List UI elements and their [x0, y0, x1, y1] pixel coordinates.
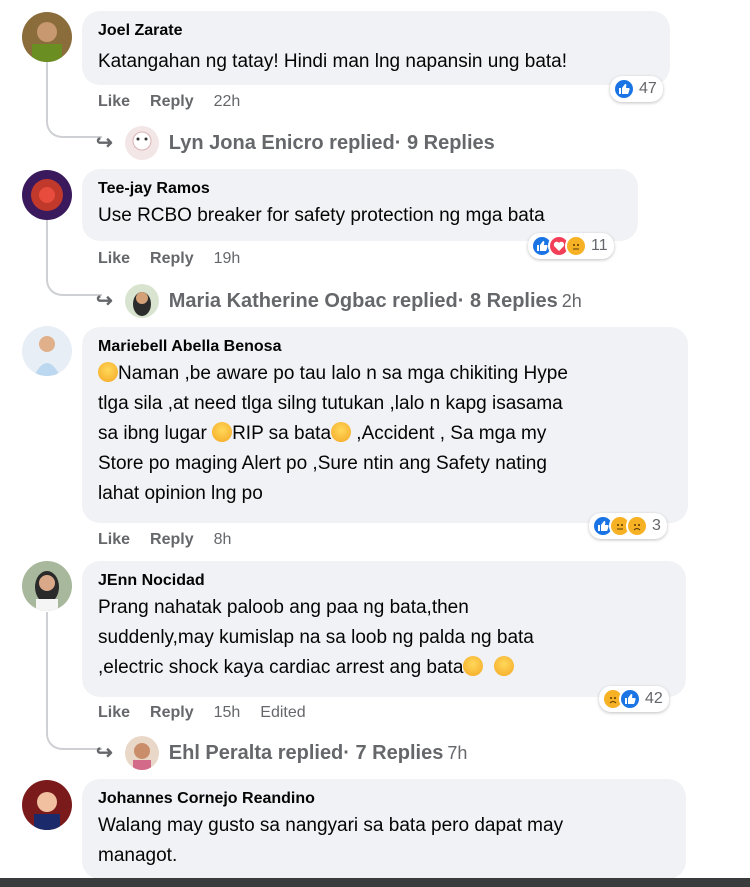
- sad-emoji-icon: [493, 656, 514, 676]
- reply-count: · 7 Replies: [343, 742, 444, 764]
- avatar[interactable]: [22, 170, 72, 220]
- reply-button[interactable]: Reply: [150, 530, 194, 550]
- reaction-count: 11: [591, 237, 608, 254]
- reaction-summary[interactable]: 11: [528, 233, 614, 259]
- reply-arrow-icon: ↪: [96, 132, 113, 154]
- comment-author[interactable]: Johannes Cornejo Reandino: [98, 789, 670, 809]
- thread-line: [46, 612, 48, 716]
- reply-arrow-icon: ↪: [96, 742, 113, 764]
- replier-name: Maria Katherine Ogbac replied: [168, 290, 458, 312]
- reply-count: · 8 Replies: [457, 290, 558, 312]
- thread-connector: [46, 262, 102, 296]
- view-replies-link[interactable]: ↪ Ehl Peralta replied · 7 Replies 7h: [96, 736, 467, 770]
- comment-text: Walang may gusto sa nangyari sa bata per…: [98, 811, 670, 871]
- sad-reaction-icon: [626, 515, 648, 537]
- sad-emoji-icon: [98, 362, 118, 382]
- like-button[interactable]: Like: [98, 92, 130, 112]
- comment-timestamp[interactable]: 8h: [214, 530, 232, 550]
- reaction-summary[interactable]: 42: [599, 686, 669, 712]
- comment-text: Use RCBO breaker for safety protection n…: [98, 205, 545, 226]
- comment-timestamp[interactable]: 19h: [214, 249, 241, 269]
- reaction-count: 42: [645, 690, 663, 707]
- like-button[interactable]: Like: [98, 703, 130, 723]
- comment-bubble: Joel Zarate Katangahan ng tatay! Hindi m…: [82, 11, 670, 85]
- avatar[interactable]: [22, 326, 72, 376]
- thread-line: [46, 220, 48, 262]
- thread-line: [46, 62, 48, 106]
- view-replies-link[interactable]: ↪ Maria Katherine Ogbac replied · 8 Repl…: [96, 284, 582, 318]
- comment-actions: Like Reply 15h Edited: [98, 703, 306, 723]
- text-line: tlga sila ,at need tlga silng tutukan ,l…: [98, 393, 563, 414]
- comment-bubble: JEnn Nocidad Prang nahatak paloob ang pa…: [82, 561, 686, 697]
- sad-emoji-icon: [331, 422, 352, 442]
- comment-text: Prang nahatak paloob ang paa ng bata,the…: [98, 593, 670, 683]
- reply-count: · 9 Replies: [394, 132, 495, 154]
- avatar[interactable]: [22, 12, 72, 62]
- comment-actions: Like Reply 22h: [98, 92, 240, 112]
- avatar[interactable]: [22, 561, 72, 611]
- text-line: sa ibng lugar RIP sa bata ,Accident , Sa…: [98, 422, 547, 444]
- like-reaction-icon: [619, 688, 641, 710]
- like-button[interactable]: Like: [98, 530, 130, 550]
- comment-text: Naman ,be aware po tau lalo n sa mga chi…: [98, 359, 672, 509]
- comment-author[interactable]: JEnn Nocidad: [98, 571, 670, 591]
- like-button[interactable]: Like: [98, 249, 130, 269]
- text-line: Walang may gusto sa nangyari sa bata per…: [98, 815, 564, 836]
- reaction-count: 47: [639, 80, 657, 97]
- text-line: suddenly,may kumislap na sa loob ng pald…: [98, 627, 534, 648]
- text-line: Prang nahatak paloob ang paa ng bata,the…: [98, 597, 469, 618]
- text-line: managot.: [98, 845, 178, 866]
- like-reaction-icon: [613, 78, 635, 100]
- bottom-bar: [0, 878, 750, 887]
- reply-button[interactable]: Reply: [150, 249, 194, 269]
- reaction-summary[interactable]: 3: [589, 513, 667, 539]
- thread-connector: [46, 716, 102, 750]
- text-line: lahat opinion lng po: [98, 483, 263, 504]
- comment-text: Katangahan ng tatay! Hindi man lng napan…: [98, 51, 568, 72]
- edited-label[interactable]: Edited: [260, 703, 305, 723]
- reply-button[interactable]: Reply: [150, 703, 194, 723]
- comment-bubble: Johannes Cornejo Reandino Walang may gus…: [82, 779, 686, 879]
- avatar: [124, 284, 159, 318]
- text-line: Naman ,be aware po tau lalo n sa mga chi…: [98, 359, 672, 389]
- avatar: [124, 736, 159, 770]
- replier-name: Lyn Jona Enicro replied: [168, 132, 395, 154]
- reaction-summary[interactable]: 47: [610, 76, 663, 102]
- comment-bubble: Mariebell Abella Benosa Naman ,be aware …: [82, 327, 688, 523]
- reply-time: 7h: [447, 743, 468, 763]
- comment-actions: Like Reply 8h: [98, 530, 231, 550]
- text-line: Store po maging Alert po ,Sure ntin ang …: [98, 453, 547, 474]
- reaction-count: 3: [652, 517, 661, 534]
- crying-emoji-icon: [463, 656, 484, 676]
- comment-actions: Like Reply 19h: [98, 249, 240, 269]
- replier-name: Ehl Peralta replied: [168, 742, 344, 764]
- avatar: [124, 126, 159, 160]
- avatar[interactable]: [22, 780, 72, 830]
- comment-timestamp[interactable]: 22h: [214, 92, 241, 112]
- text-line: ,electric shock kaya cardiac arrest ang …: [98, 653, 670, 683]
- comment-timestamp[interactable]: 15h: [214, 703, 241, 723]
- reply-button[interactable]: Reply: [150, 92, 194, 112]
- care-reaction-icon: [565, 235, 587, 257]
- comment-author[interactable]: Joel Zarate: [98, 21, 654, 41]
- comment-bubble: Tee-jay Ramos Use RCBO breaker for safet…: [82, 169, 638, 241]
- smile-emoji-icon: [212, 422, 233, 442]
- thread-connector: [46, 104, 102, 138]
- view-replies-link[interactable]: ↪ Lyn Jona Enicro replied · 9 Replies: [96, 126, 495, 160]
- comment-author[interactable]: Tee-jay Ramos: [98, 179, 622, 199]
- reply-arrow-icon: ↪: [96, 290, 113, 312]
- comment-author[interactable]: Mariebell Abella Benosa: [98, 337, 672, 357]
- reply-time: 2h: [561, 291, 582, 311]
